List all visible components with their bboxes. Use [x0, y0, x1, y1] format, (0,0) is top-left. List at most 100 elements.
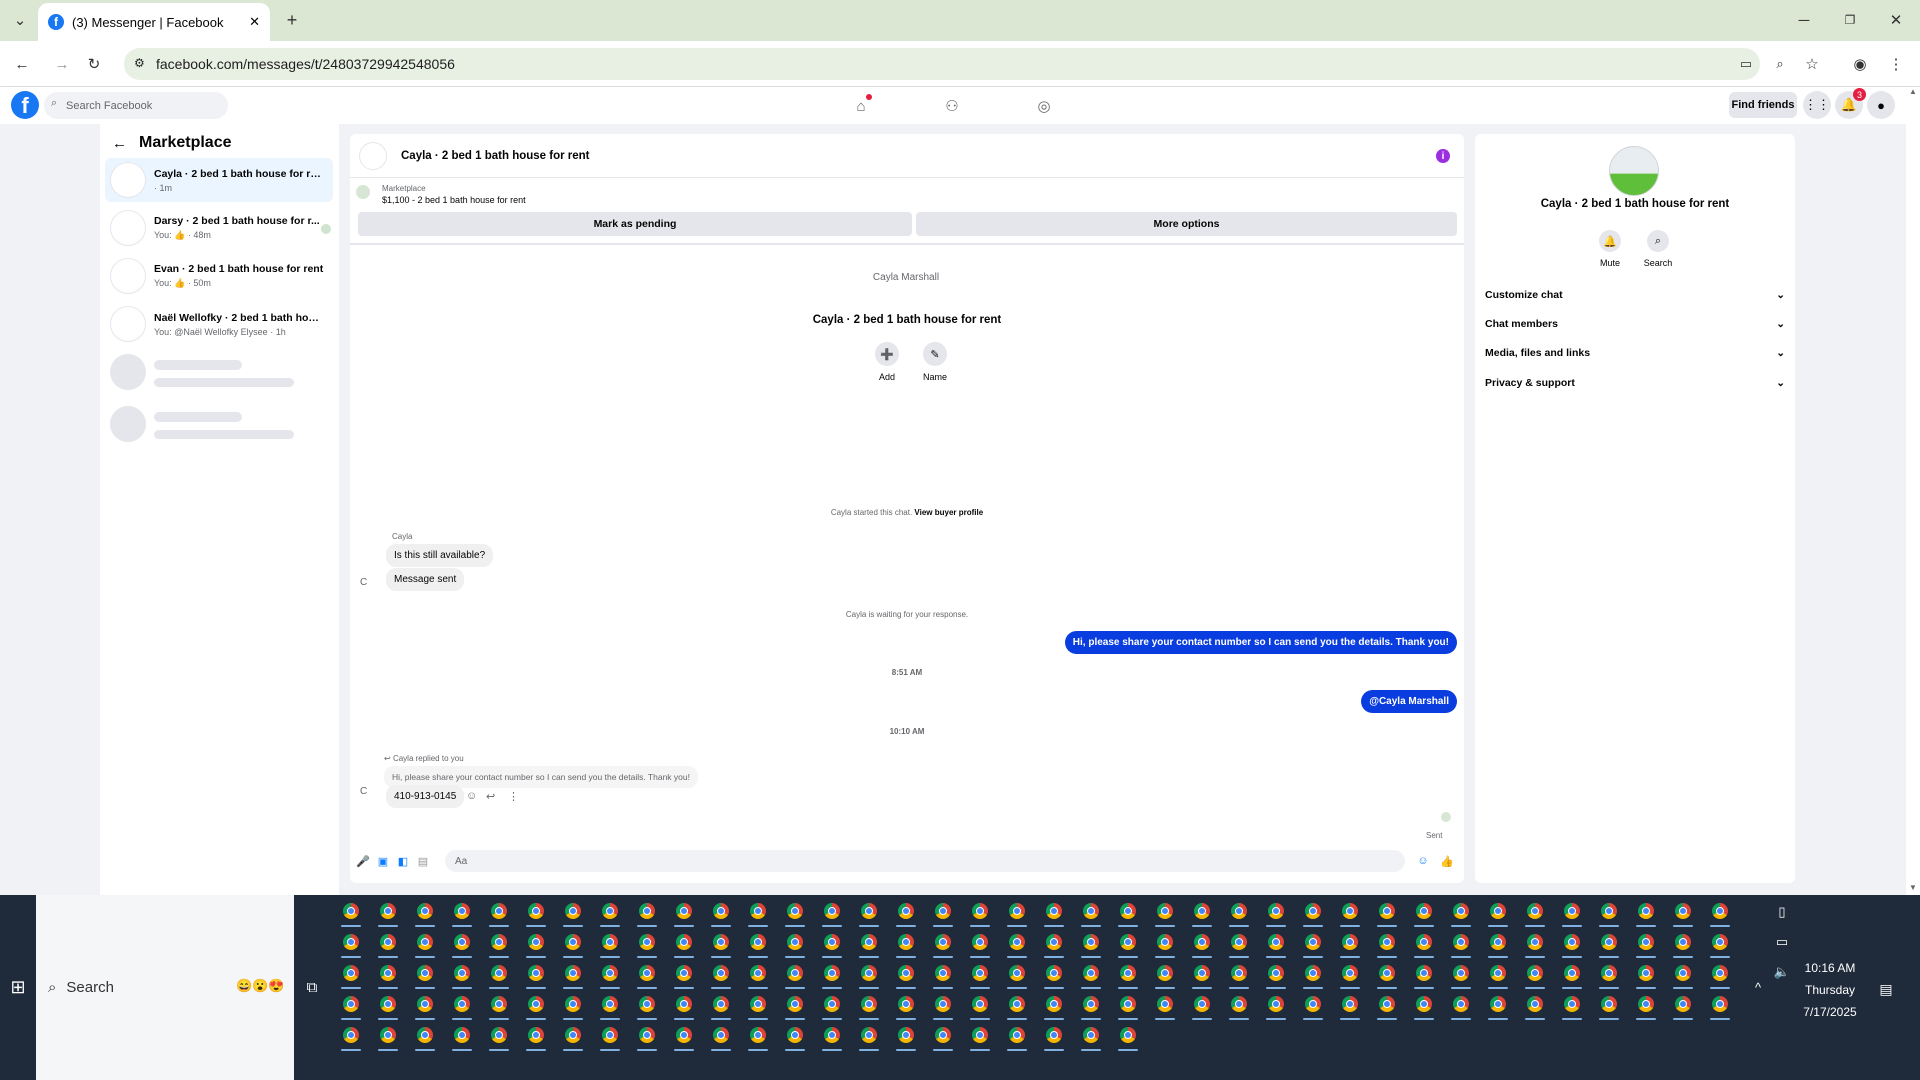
gif-icon[interactable]: ▤ [416, 854, 430, 868]
restore-icon[interactable]: ❐ [1836, 6, 1864, 34]
chrome-taskbar-icon[interactable] [930, 929, 956, 958]
site-info-icon[interactable]: ⚙ [134, 56, 145, 70]
chrome-taskbar-icon[interactable] [486, 929, 512, 958]
chrome-taskbar-icon[interactable] [708, 1022, 734, 1051]
chrome-taskbar-icon[interactable] [634, 960, 660, 989]
chrome-taskbar-icon[interactable] [338, 929, 364, 958]
name-chat-button[interactable]: ✎ Name [918, 342, 952, 382]
chrome-taskbar-icon[interactable] [1670, 960, 1696, 989]
chrome-taskbar-icon[interactable] [1337, 898, 1363, 927]
chrome-taskbar-icon[interactable] [819, 929, 845, 958]
bookmark-star-icon[interactable]: ☆ [1798, 50, 1826, 78]
incoming-message[interactable]: 410-913-0145 [386, 785, 465, 808]
chrome-taskbar-icon[interactable] [893, 991, 919, 1020]
chrome-taskbar-icon[interactable] [1041, 960, 1067, 989]
chrome-taskbar-icon[interactable] [1226, 898, 1252, 927]
chrome-taskbar-icon[interactable] [1078, 898, 1104, 927]
chrome-taskbar-icon[interactable] [1263, 960, 1289, 989]
chrome-taskbar-icon[interactable] [1041, 991, 1067, 1020]
chrome-taskbar-icon[interactable] [893, 929, 919, 958]
add-people-button[interactable]: ➕ Add [870, 342, 904, 382]
chrome-taskbar-icon[interactable] [634, 929, 660, 958]
chrome-taskbar-icon[interactable] [1152, 960, 1178, 989]
chrome-taskbar-icon[interactable] [1559, 960, 1585, 989]
url-input[interactable]: ⚙ facebook.com/messages/t/24803729942548… [124, 48, 1760, 80]
facebook-search-input[interactable]: ⌕ Search Facebook [44, 92, 228, 119]
chrome-taskbar-icon[interactable] [1411, 929, 1437, 958]
chrome-taskbar-icon[interactable] [671, 929, 697, 958]
chrome-taskbar-icon[interactable] [671, 960, 697, 989]
chrome-taskbar-icon[interactable] [560, 1022, 586, 1051]
chrome-taskbar-icon[interactable] [1448, 991, 1474, 1020]
more-options-button[interactable]: More options [916, 212, 1457, 236]
chrome-taskbar-icon[interactable] [449, 960, 475, 989]
chrome-taskbar-icon[interactable] [1522, 960, 1548, 989]
network-icon[interactable]: ▭ [1770, 930, 1794, 954]
chrome-taskbar-icon[interactable] [1152, 991, 1178, 1020]
chrome-taskbar-icon[interactable] [819, 1022, 845, 1051]
chrome-taskbar-icon[interactable] [1633, 929, 1659, 958]
reload-icon[interactable]: ↻ [80, 50, 108, 78]
phone-link-icon[interactable]: ▯ [1770, 900, 1794, 924]
chrome-taskbar-icon[interactable] [819, 898, 845, 927]
back-icon[interactable]: ← [8, 50, 36, 78]
conversation-item[interactable]: Evan · 2 bed 1 bath house for rent You: 👍… [105, 254, 333, 298]
incoming-message[interactable]: Is this still available? [386, 544, 494, 567]
chrome-taskbar-icon[interactable] [1226, 991, 1252, 1020]
chrome-taskbar-icon[interactable] [1596, 960, 1622, 989]
chrome-taskbar-icon[interactable] [412, 991, 438, 1020]
react-icon[interactable]: ☺ [466, 790, 477, 802]
photo-icon[interactable]: ▣ [376, 854, 390, 868]
conversation-item[interactable]: Cayla · 2 bed 1 bath house for rent · 1m [105, 158, 333, 202]
search-conversation-button[interactable]: ⌕ Search [1638, 230, 1678, 268]
menu-grid-icon[interactable]: ⋮⋮ [1803, 91, 1831, 119]
chrome-taskbar-icon[interactable] [1078, 1022, 1104, 1051]
chrome-taskbar-icon[interactable] [782, 929, 808, 958]
chrome-taskbar-icon[interactable] [597, 1022, 623, 1051]
chrome-taskbar-icon[interactable] [1078, 929, 1104, 958]
browser-tab[interactable]: f (3) Messenger | Facebook ✕ [38, 3, 270, 41]
chrome-taskbar-icon[interactable] [634, 1022, 660, 1051]
chrome-taskbar-icon[interactable] [1115, 898, 1141, 927]
chrome-taskbar-icon[interactable] [1707, 929, 1733, 958]
chrome-taskbar-icon[interactable] [1300, 960, 1326, 989]
chrome-taskbar-icon[interactable] [856, 1022, 882, 1051]
chrome-taskbar-icon[interactable] [338, 960, 364, 989]
chrome-taskbar-icon[interactable] [1152, 898, 1178, 927]
notification-center-icon[interactable]: ▤ [1874, 977, 1898, 1001]
chrome-taskbar-icon[interactable] [1115, 960, 1141, 989]
avatar[interactable] [359, 141, 387, 170]
chrome-taskbar-icon[interactable] [412, 929, 438, 958]
chrome-taskbar-icon[interactable] [1374, 991, 1400, 1020]
chrome-taskbar-icon[interactable] [523, 960, 549, 989]
chrome-taskbar-icon[interactable] [1411, 960, 1437, 989]
chrome-taskbar-icon[interactable] [523, 1022, 549, 1051]
chrome-taskbar-icon[interactable] [930, 898, 956, 927]
chrome-taskbar-icon[interactable] [486, 898, 512, 927]
chrome-taskbar-icon[interactable] [782, 991, 808, 1020]
chrome-taskbar-icon[interactable] [745, 991, 771, 1020]
chrome-taskbar-icon[interactable] [856, 898, 882, 927]
chrome-taskbar-icon[interactable] [412, 960, 438, 989]
chrome-taskbar-icon[interactable] [560, 991, 586, 1020]
more-icon[interactable]: ⋮ [508, 790, 519, 803]
chrome-taskbar-icon[interactable] [375, 991, 401, 1020]
profile-icon[interactable]: ◉ [1846, 50, 1874, 78]
chrome-taskbar-icon[interactable] [1115, 1022, 1141, 1051]
chrome-taskbar-icon[interactable] [893, 898, 919, 927]
page-scrollbar[interactable]: ▲ ▼ [1906, 87, 1920, 895]
chrome-taskbar-icon[interactable] [1300, 929, 1326, 958]
media-files-links-section[interactable]: Media, files and links ⌄ [1485, 341, 1785, 365]
chrome-taskbar-icon[interactable] [745, 1022, 771, 1051]
chrome-taskbar-icon[interactable] [708, 929, 734, 958]
chat-title[interactable]: Cayla · 2 bed 1 bath house for rent [401, 150, 590, 162]
outgoing-message[interactable]: @Cayla Marshall [1361, 690, 1457, 713]
chrome-taskbar-icon[interactable] [1078, 991, 1104, 1020]
chrome-menu-icon[interactable]: ⋮ [1882, 50, 1910, 78]
chrome-taskbar-icon[interactable] [856, 960, 882, 989]
customize-chat-section[interactable]: Customize chat ⌄ [1485, 283, 1785, 307]
chrome-taskbar-icon[interactable] [1707, 960, 1733, 989]
chrome-taskbar-icon[interactable] [597, 960, 623, 989]
emoji-icon[interactable]: ☺ [1416, 854, 1430, 868]
chrome-taskbar-icon[interactable] [597, 898, 623, 927]
